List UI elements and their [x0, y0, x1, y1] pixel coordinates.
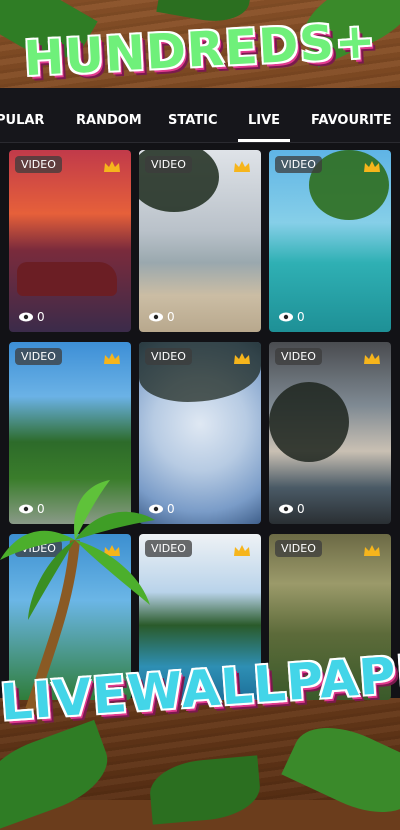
video-badge: VIDEO: [15, 348, 62, 365]
wallpaper-card[interactable]: VIDEO 0: [269, 150, 391, 332]
crown-icon: [234, 545, 250, 556]
crown-icon: [364, 353, 380, 364]
video-badge: VIDEO: [275, 540, 322, 557]
tab-random[interactable]: RANDOM: [76, 88, 142, 142]
eye-icon: [19, 312, 33, 322]
view-count: 0: [279, 310, 305, 324]
wallpaper-card[interactable]: VIDEO 0: [9, 150, 131, 332]
tab-favourite[interactable]: FAVOURITE: [311, 88, 392, 142]
tab-live[interactable]: LIVE: [237, 88, 291, 142]
tab-popular[interactable]: PULAR: [0, 88, 44, 142]
video-badge: VIDEO: [275, 156, 322, 173]
crown-icon: [104, 161, 120, 172]
view-count: 0: [149, 310, 175, 324]
crown-icon: [364, 161, 380, 172]
view-count-value: 0: [37, 310, 45, 324]
video-badge: VIDEO: [15, 156, 62, 173]
wallpaper-card[interactable]: VIDEO 0: [269, 342, 391, 524]
view-count-value: 0: [297, 310, 305, 324]
category-tabs: PULAR RANDOM STATIC LIVE FAVOURITE: [0, 88, 400, 143]
crown-icon: [104, 353, 120, 364]
eye-icon: [149, 312, 163, 322]
video-badge: VIDEO: [145, 348, 192, 365]
view-count-value: 0: [297, 502, 305, 516]
view-count-value: 0: [167, 310, 175, 324]
view-count: 0: [19, 310, 45, 324]
tab-static[interactable]: STATIC: [168, 88, 218, 142]
wallpaper-card[interactable]: VIDEO 0: [139, 150, 261, 332]
crown-icon: [234, 161, 250, 172]
eye-icon: [279, 312, 293, 322]
view-count: 0: [279, 502, 305, 516]
eye-icon: [279, 504, 293, 514]
crown-icon: [234, 353, 250, 364]
video-badge: VIDEO: [145, 156, 192, 173]
view-count-value: 0: [167, 502, 175, 516]
crown-icon: [364, 545, 380, 556]
video-badge: VIDEO: [275, 348, 322, 365]
